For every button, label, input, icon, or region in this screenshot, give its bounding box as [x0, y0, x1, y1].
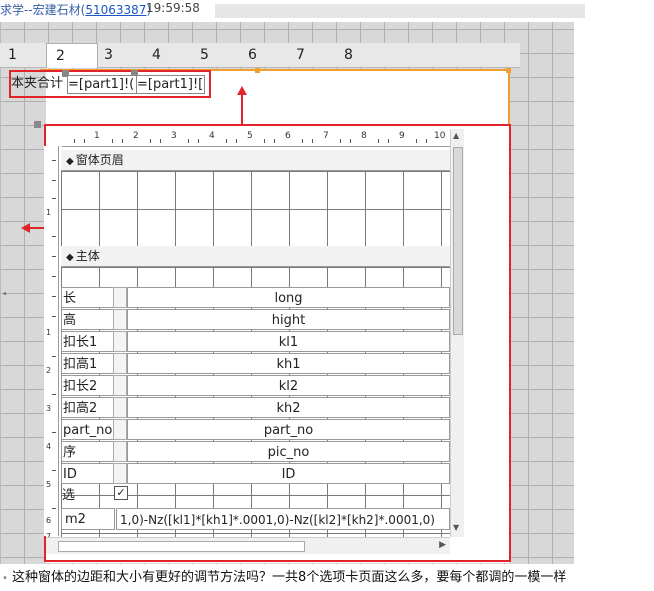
- bullet-dot: •: [2, 289, 8, 300]
- field-textbox[interactable]: kh1: [127, 353, 450, 374]
- ruler-number: 3: [171, 131, 177, 141]
- detail-band-label: 主体: [75, 249, 100, 263]
- resize-handle-top-right[interactable]: [506, 68, 511, 73]
- form-header-grid[interactable]: [61, 171, 450, 247]
- field-row: 扣长2 kl2: [61, 375, 450, 397]
- formula-textbox[interactable]: 1,0)-Nz([kl1]*[kh1]*.0001,0)-Nz([kl2]*[k…: [116, 508, 450, 530]
- field-label[interactable]: 长: [61, 287, 113, 308]
- ruler-number: 1: [46, 208, 52, 217]
- field-label[interactable]: 扣高2: [61, 397, 113, 418]
- field-row: 扣高1 kh1: [61, 353, 450, 375]
- collapse-arrow-icon: ◆: [66, 252, 74, 263]
- field-label[interactable]: 扣长2: [61, 375, 113, 396]
- ruler-number: 7: [323, 131, 329, 141]
- post-time: 19:59:58: [146, 1, 200, 15]
- ruler-number: 9: [399, 131, 405, 141]
- ruler-number: 1: [46, 328, 52, 337]
- field-label[interactable]: 扣长1: [61, 331, 113, 352]
- total-label: 本夹合计: [11, 76, 64, 91]
- ruler-number: 4: [46, 442, 52, 451]
- vertical-scrollbar[interactable]: ▲ ▼: [450, 129, 464, 537]
- field-textbox[interactable]: long: [127, 287, 450, 308]
- poster-info: 求学--宏建石材(51063387): [0, 3, 152, 17]
- ruler-number: 6: [46, 516, 52, 525]
- poster-id-link[interactable]: 51063387: [85, 3, 146, 17]
- formula-field-1[interactable]: =[part1]!(: [67, 75, 137, 94]
- field-row: 序 pic_no: [61, 441, 450, 463]
- tab-2[interactable]: 2: [46, 43, 98, 68]
- resize-handle-top[interactable]: [255, 68, 260, 73]
- question-text: • 这种窗体的边距和大小有更好的调节方法吗？一共8个选项卡页面这么多，要每个都调…: [2, 570, 567, 585]
- field-label[interactable]: ID: [61, 463, 113, 484]
- canvas-margin: [574, 22, 654, 564]
- field-row: part_no part_no: [61, 419, 450, 441]
- field-textbox[interactable]: kl2: [127, 375, 450, 396]
- detail-band[interactable]: ◆ 主体: [61, 246, 450, 267]
- arrow-up-line: [241, 94, 243, 126]
- scroll-down-icon[interactable]: ▼: [453, 523, 459, 532]
- post-caption: 求学--宏建石材(51063387) 19:59:58: [0, 0, 654, 22]
- field-row: 扣高2 kh2: [61, 397, 450, 419]
- field-label[interactable]: 序: [61, 441, 113, 462]
- field-label[interactable]: part_no: [61, 419, 113, 440]
- field-textbox[interactable]: hight: [127, 309, 450, 330]
- caption-divider: [215, 4, 585, 18]
- field-textbox[interactable]: kl1: [127, 331, 450, 352]
- form-header-band[interactable]: ◆ 窗体页眉: [61, 150, 450, 171]
- tab-7[interactable]: 7: [296, 43, 305, 67]
- ruler-number: 3: [46, 404, 52, 413]
- ruler-number: 2: [46, 366, 52, 375]
- field-row: 扣长1 kl1: [61, 331, 450, 353]
- canvas-left-border: [0, 22, 1, 564]
- subform-move-handle[interactable]: [34, 121, 41, 128]
- collapse-arrow-icon: ◆: [66, 156, 74, 167]
- formula-label[interactable]: m2: [61, 508, 115, 530]
- tab-4[interactable]: 4: [152, 43, 161, 67]
- ruler-number: 2: [133, 131, 139, 141]
- tab-1[interactable]: 1: [8, 43, 17, 67]
- form-header-label: 窗体页眉: [75, 153, 124, 167]
- field-textbox[interactable]: kh2: [127, 397, 450, 418]
- poster-name: 求学--宏建石材: [0, 3, 81, 17]
- field-row: 高 hight: [61, 309, 450, 331]
- ruler-number: 5: [247, 131, 253, 141]
- field-textbox[interactable]: pic_no: [127, 441, 450, 462]
- ruler-number: 1: [94, 131, 100, 141]
- tab-3[interactable]: 3: [104, 43, 113, 67]
- checkbox-icon[interactable]: ✓: [114, 486, 128, 500]
- field-label[interactable]: 高: [61, 309, 113, 330]
- horizontal-ruler: 1 2 3 4 5 6 7 8 9 10: [62, 129, 450, 147]
- scroll-thumb[interactable]: [58, 541, 305, 552]
- tab-6[interactable]: 6: [248, 43, 257, 67]
- tab-8[interactable]: 8: [344, 43, 353, 67]
- scroll-thumb[interactable]: [453, 147, 463, 335]
- horizontal-scrollbar[interactable]: ▶: [46, 537, 450, 554]
- field-textbox[interactable]: ID: [127, 463, 450, 484]
- checkbox-label[interactable]: 选: [62, 487, 75, 505]
- vertical-ruler: 1 1 2 3 4 5 6 7: [44, 146, 59, 541]
- ruler-number: 4: [209, 131, 215, 141]
- question-text-body: 这种窗体的边距和大小有更好的调节方法吗？一共8个选项卡页面这么多，要每个都调的一…: [12, 570, 567, 585]
- field-row: 长 long: [61, 287, 450, 309]
- scroll-right-icon[interactable]: ▶: [439, 540, 446, 550]
- ruler-number: 5: [46, 480, 52, 489]
- tab-5[interactable]: 5: [200, 43, 209, 67]
- tab-control-strip: 1 2 3 4 5 6 7 8: [0, 43, 520, 68]
- scroll-up-icon[interactable]: ▲: [453, 131, 459, 140]
- field-label[interactable]: 扣高1: [61, 353, 113, 374]
- ruler-number: 10: [434, 131, 446, 141]
- formula-field-2[interactable]: =[part1]![s: [136, 75, 205, 94]
- field-textbox[interactable]: part_no: [127, 419, 450, 440]
- ruler-number: 8: [361, 131, 367, 141]
- field-row: ID ID: [61, 463, 450, 485]
- ruler-number: 6: [285, 131, 291, 141]
